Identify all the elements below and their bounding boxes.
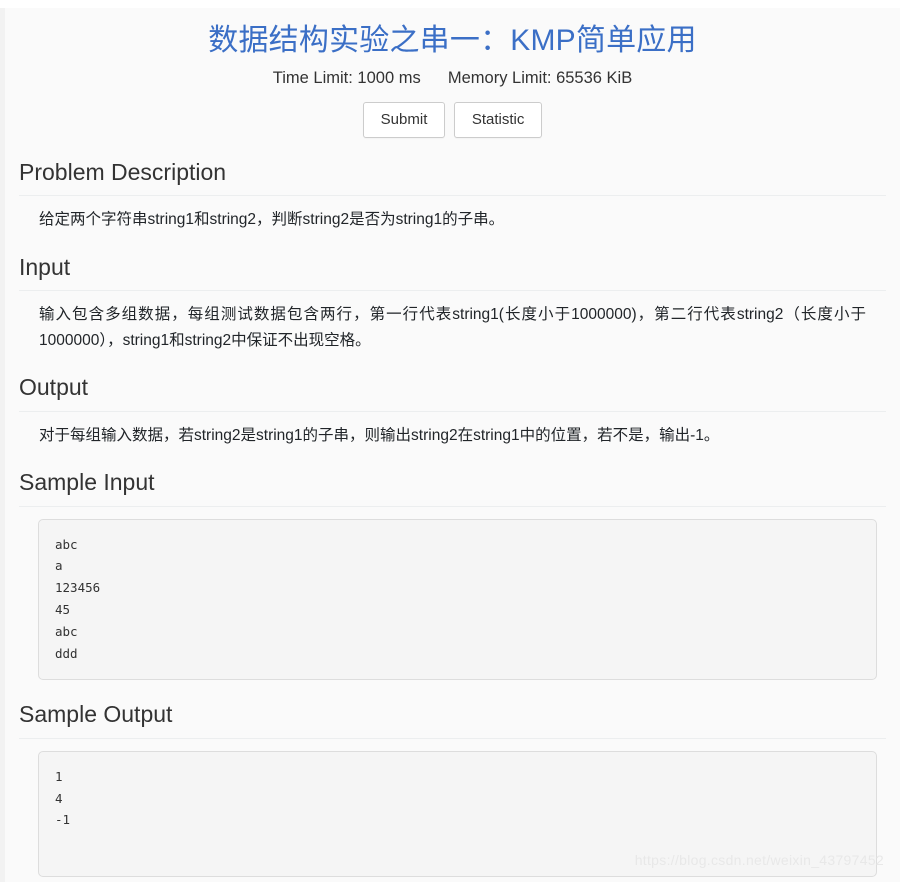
statistic-button[interactable]: Statistic <box>453 101 543 138</box>
memory-limit-label: Memory Limit: 65536 KiB <box>447 68 633 87</box>
sample-input-code-wrap: abc a 123456 45 abc ddd <box>19 507 886 680</box>
action-button-row: Submit Statistic <box>19 101 886 138</box>
sample-output-code-wrap: 1 4 -1 <box>19 739 886 877</box>
problem-limits: Time Limit: 1000 ms Memory Limit: 65536 … <box>19 69 886 88</box>
section-input: Input 输入包含多组数据，每组测试数据包含两行，第一行代表string1(长… <box>19 253 886 353</box>
sample-input-code[interactable]: abc a 123456 45 abc ddd <box>38 518 877 680</box>
page-title: 数据结构实验之串一：KMP简单应用 <box>208 24 697 57</box>
section-body-input: 输入包含多组数据，每组测试数据包含两行，第一行代表string1(长度小于100… <box>39 306 866 349</box>
section-problem-description: Problem Description 给定两个字符串string1和strin… <box>19 158 886 233</box>
section-sample-output: Sample Output 1 4 -1 <box>19 700 886 877</box>
section-title-problem-description: Problem Description <box>19 158 227 185</box>
section-sample-input: Sample Input abc a 123456 45 abc ddd <box>19 468 886 680</box>
problem-page: 数据结构实验之串一：KMP简单应用 Time Limit: 1000 ms Me… <box>0 8 900 882</box>
time-limit-label: Time Limit: 1000 ms <box>272 68 421 87</box>
section-body-output: 对于每组输入数据，若string2是string1的子串，则输出string2在… <box>39 426 720 444</box>
section-title-sample-output: Sample Output <box>19 700 173 727</box>
section-title-input: Input <box>19 253 71 280</box>
submit-button[interactable]: Submit <box>362 101 446 138</box>
section-output: Output 对于每组输入数据，若string2是string1的子串，则输出s… <box>19 373 886 448</box>
section-body-problem-description: 给定两个字符串string1和string2，判断string2是否为strin… <box>39 211 505 229</box>
sample-output-code[interactable]: 1 4 -1 <box>38 750 877 877</box>
problem-content: 数据结构实验之串一：KMP简单应用 Time Limit: 1000 ms Me… <box>5 8 900 882</box>
section-title-output: Output <box>19 373 89 400</box>
section-title-sample-input: Sample Input <box>19 468 155 495</box>
